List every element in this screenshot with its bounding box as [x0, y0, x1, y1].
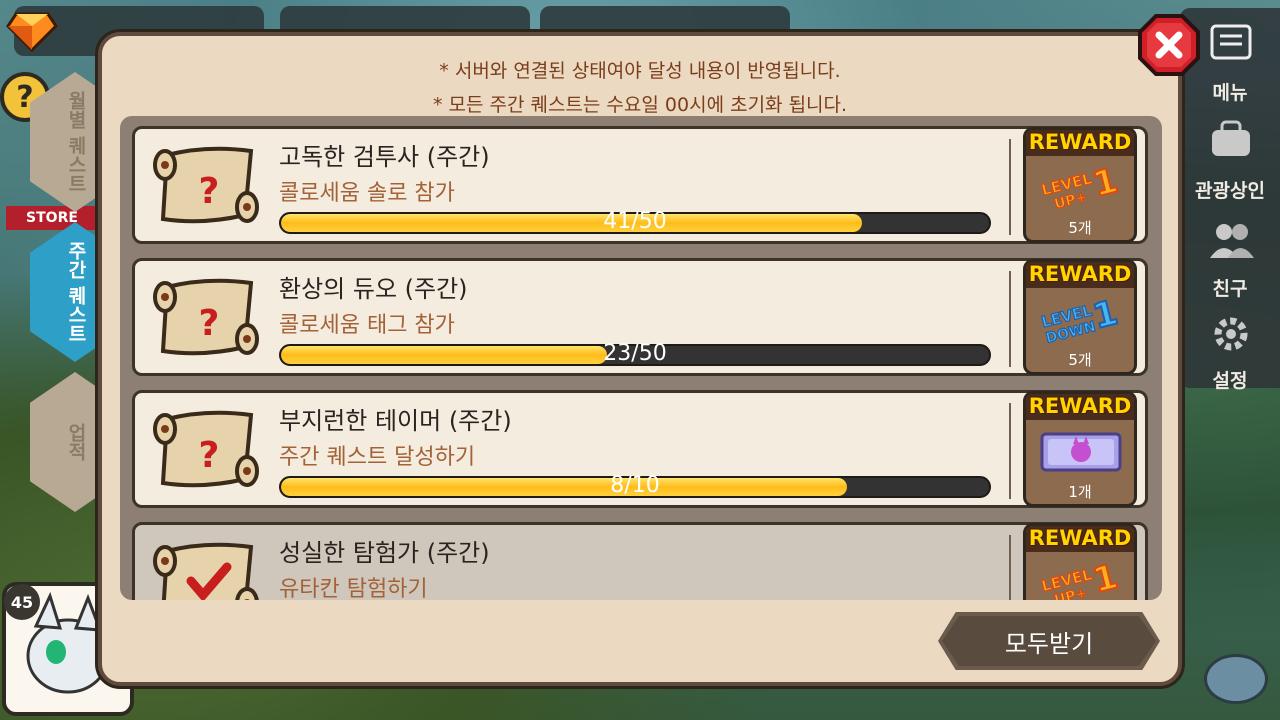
quest-list[interactable]: ? 고독한 검투사 (주간) 콜로세움 솔로 참가 41/50 REWARD LEVEL U…: [120, 116, 1162, 600]
player-level-badge: 45: [4, 584, 40, 620]
svg-text:?: ?: [199, 435, 220, 476]
scroll-icon: ?: [153, 410, 259, 488]
card-divider: [1009, 535, 1011, 600]
bag-icon: [1212, 120, 1250, 156]
claim-all-button[interactable]: 모두받기: [938, 612, 1160, 670]
reward-label: REWARD: [1026, 130, 1134, 156]
tab-monthly-label: 월별 퀘스트: [64, 91, 87, 193]
reward-box[interactable]: REWARD LEVEL UP+ 1 5개: [1023, 127, 1137, 243]
gear-icon: [1214, 317, 1248, 351]
card-divider: [1009, 403, 1011, 499]
reward-count: 5개: [1068, 219, 1092, 237]
quest-description: 콜로세움 태그 참가: [279, 313, 455, 338]
reward-box[interactable]: REWARD LEVEL DOWN 1 5개: [1023, 259, 1137, 375]
progress-text: 41/50: [603, 209, 667, 234]
quest-card[interactable]: 성실한 탐험가 (주간) 유타칸 탐험하기 REWARD LEVEL UP+ 1: [132, 522, 1148, 600]
scroll-icon: ?: [153, 278, 259, 356]
progress-text: 23/50: [603, 341, 667, 366]
chat-bubble-button[interactable]: [1204, 654, 1268, 704]
reward-box[interactable]: REWARD LEVEL UP+ 1: [1023, 523, 1137, 600]
reward-label: REWARD: [1026, 262, 1134, 288]
reward-label: REWARD: [1026, 394, 1134, 420]
progress-text: 8/10: [610, 473, 660, 498]
quest-title: 성실한 탐험가 (주간): [279, 539, 490, 567]
quest-title: 부지런한 테이머 (주간): [279, 407, 512, 435]
menu-item-menu[interactable]: 메뉴: [1180, 78, 1280, 105]
quest-title: 고독한 검투사 (주간): [279, 143, 490, 171]
tab-achievements-label: 업적: [64, 423, 87, 461]
reward-count: 1개: [1068, 483, 1092, 501]
scroll-icon: ?: [153, 146, 259, 224]
reward-number: 1: [1089, 558, 1122, 600]
reward-number: 1: [1089, 162, 1122, 205]
card-divider: [1009, 271, 1011, 367]
menu-item-friends[interactable]: 친구: [1180, 274, 1280, 301]
notice-reset: * 모든 주간 퀘스트는 수요일 00시에 초기화 됩니다.: [432, 94, 848, 116]
scroll-icon: [153, 542, 259, 600]
quest-title: 환상의 듀오 (주간): [279, 275, 468, 303]
reward-box[interactable]: REWARD 1개: [1023, 391, 1137, 507]
svg-text:?: ?: [199, 171, 220, 212]
quest-card[interactable]: ? 고독한 검투사 (주간) 콜로세움 솔로 참가 41/50 REWARD LEVEL U…: [132, 126, 1148, 244]
menu-item-settings[interactable]: 설정: [1180, 366, 1280, 393]
store-banner[interactable]: STORE: [6, 206, 98, 230]
quest-description: 유타칸 탐험하기: [279, 577, 428, 600]
reward-label: REWARD: [1026, 526, 1134, 552]
quest-description: 콜로세움 솔로 참가: [279, 181, 455, 206]
quest-description: 주간 퀘스트 달성하기: [279, 445, 476, 470]
gem-icon: [6, 12, 58, 52]
level-up-ticket-icon: LEVELUP+ 1: [1039, 558, 1123, 600]
reward-count: 5개: [1068, 351, 1092, 369]
summon-ticket-icon: [1040, 432, 1122, 472]
tab-weekly-label: 주간 퀘스트: [64, 241, 87, 343]
quest-card[interactable]: ? 환상의 듀오 (주간) 콜로세움 태그 참가 23/50 REWARD LEVEL DO…: [132, 258, 1148, 376]
quest-card[interactable]: ? 부지런한 테이머 (주간) 주간 퀘스트 달성하기 8/10 REWARD 1개: [132, 390, 1148, 508]
close-button[interactable]: [1138, 14, 1200, 76]
claim-all-label: 모두받기: [942, 616, 1156, 666]
level-up-ticket-icon: LEVELUP+ 1: [1039, 162, 1123, 213]
card-divider: [1009, 139, 1011, 235]
level-down-ticket-icon: LEVELDOWN1: [1039, 294, 1123, 346]
svg-text:?: ?: [199, 303, 220, 344]
notice-server: * 서버와 연결된 상태여야 달성 내용이 반영됩니다.: [439, 60, 841, 82]
menu-icon: [1210, 24, 1252, 60]
friends-icon: [1210, 224, 1254, 258]
menu-item-merchant[interactable]: 관광상인: [1180, 176, 1280, 203]
